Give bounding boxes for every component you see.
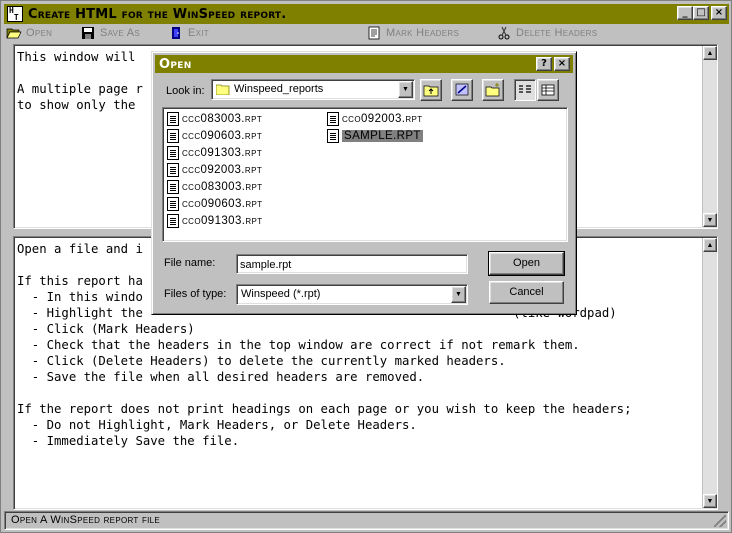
save-as-button[interactable]: Save As bbox=[80, 26, 140, 40]
report-file-icon bbox=[327, 129, 339, 143]
details-view-icon bbox=[541, 84, 555, 96]
look-in-combo[interactable]: Winspeed_reports ▼ bbox=[211, 79, 415, 100]
main-title-bar[interactable]: H T Create HTML for the WinSpeed report.… bbox=[4, 4, 729, 24]
maximize-button[interactable]: □ bbox=[693, 6, 709, 20]
file-list[interactable]: ccc083003.rpt ccc090603.rpt ccc091303.rpt c… bbox=[162, 107, 568, 242]
file-item[interactable]: cco090603.rpt bbox=[167, 196, 263, 212]
report-file-icon bbox=[167, 163, 179, 177]
exit-button[interactable]: Exit bbox=[168, 26, 209, 40]
scroll-up-icon[interactable]: ▲ bbox=[703, 238, 717, 252]
scroll-down-icon[interactable]: ▼ bbox=[703, 213, 717, 227]
main-window-title: Create HTML for the WinSpeed report. bbox=[28, 6, 287, 22]
exit-door-icon bbox=[172, 27, 180, 39]
dialog-title-bar[interactable]: Open ? × bbox=[155, 55, 573, 73]
folder-icon bbox=[216, 84, 230, 95]
cancel-button[interactable]: Cancel bbox=[489, 281, 564, 304]
file-item[interactable]: cco092003.rpt bbox=[327, 111, 423, 127]
report-file-icon bbox=[327, 112, 339, 126]
open-dialog: Open ? × Look in: Winspeed_reports ▼ ccc… bbox=[151, 51, 577, 315]
file-name: ccc091303.rpt bbox=[182, 147, 263, 159]
delete-headers-button[interactable]: Delete Headers bbox=[496, 26, 597, 40]
file-name: cco083003.rpt bbox=[182, 181, 263, 193]
list-view-button[interactable] bbox=[514, 79, 536, 101]
open-folder-icon bbox=[6, 28, 22, 39]
file-name-input[interactable] bbox=[239, 257, 465, 272]
file-item[interactable]: ccc090603.rpt bbox=[167, 128, 262, 144]
close-button[interactable]: × bbox=[711, 6, 727, 20]
minimize-button[interactable]: _ bbox=[677, 6, 693, 20]
up-one-level-button[interactable] bbox=[420, 79, 442, 101]
file-name: cco091303.rpt bbox=[182, 215, 263, 227]
details-view-button[interactable] bbox=[537, 79, 559, 101]
list-view-icon bbox=[519, 85, 531, 93]
up-folder-icon bbox=[423, 85, 439, 97]
open-label: Open bbox=[26, 27, 53, 39]
mark-headers-label: Mark Headers bbox=[386, 27, 460, 39]
file-item[interactable]: cco091303.rpt bbox=[167, 213, 263, 229]
document-mark-icon bbox=[368, 26, 380, 40]
open-dialog-button[interactable]: Open bbox=[488, 251, 565, 276]
desktop-button[interactable] bbox=[451, 79, 473, 101]
file-name: cco090603.rpt bbox=[182, 198, 263, 210]
report-file-icon bbox=[167, 129, 179, 143]
help-button[interactable]: ? bbox=[536, 57, 552, 71]
status-text: Open A WinSpeed report file bbox=[11, 514, 161, 526]
files-of-type-value: Winspeed (*.rpt) bbox=[241, 288, 321, 300]
floppy-disk-icon bbox=[82, 27, 94, 39]
file-name: SAMPLE.RPT bbox=[342, 130, 423, 142]
report-file-icon bbox=[167, 214, 179, 228]
open-button[interactable]: Open bbox=[6, 26, 52, 40]
resize-grip-icon[interactable] bbox=[714, 515, 726, 527]
scroll-up-icon[interactable]: ▲ bbox=[703, 46, 717, 60]
report-file-icon bbox=[167, 112, 179, 126]
file-name: ccc083003.rpt bbox=[182, 113, 263, 125]
file-item[interactable]: ccc091303.rpt bbox=[167, 145, 262, 161]
file-name: cco092003.rpt bbox=[342, 113, 423, 125]
status-bar: Open A WinSpeed report file bbox=[4, 511, 729, 530]
new-folder-button[interactable] bbox=[482, 79, 504, 101]
scissors-icon bbox=[498, 26, 510, 40]
dialog-close-button[interactable]: × bbox=[554, 57, 570, 71]
report-file-icon bbox=[167, 146, 179, 160]
exit-label: Exit bbox=[188, 27, 209, 39]
report-file-icon bbox=[167, 197, 179, 211]
chevron-down-icon[interactable]: ▼ bbox=[451, 286, 466, 303]
file-item[interactable]: ccc083003.rpt bbox=[167, 111, 262, 127]
top-pane-scrollbar[interactable]: ▲ ▼ bbox=[702, 46, 717, 227]
file-name: ccc090603.rpt bbox=[182, 130, 263, 142]
bottom-pane-scrollbar[interactable]: ▲ ▼ bbox=[702, 238, 717, 508]
file-item[interactable]: ccc092003.rpt bbox=[167, 162, 262, 178]
report-file-icon bbox=[167, 180, 179, 194]
look-in-value: Winspeed_reports bbox=[234, 83, 324, 95]
desktop-icon bbox=[455, 83, 469, 96]
mark-headers-button[interactable]: Mark Headers bbox=[366, 26, 459, 40]
save-as-label: Save As bbox=[100, 27, 140, 39]
file-name-field[interactable] bbox=[236, 254, 468, 274]
file-name: ccc092003.rpt bbox=[182, 164, 263, 176]
file-item[interactable]: cco083003.rpt bbox=[167, 179, 263, 195]
look-in-label: Look in: bbox=[166, 85, 205, 97]
files-of-type-label: Files of type: bbox=[164, 288, 227, 300]
chevron-down-icon[interactable]: ▼ bbox=[398, 81, 413, 98]
file-item[interactable]: SAMPLE.RPT bbox=[327, 128, 423, 144]
scroll-down-icon[interactable]: ▼ bbox=[703, 494, 717, 508]
delete-headers-label: Delete Headers bbox=[516, 27, 598, 39]
app-icon: H T bbox=[7, 6, 23, 22]
new-folder-icon bbox=[485, 83, 500, 97]
toolbar: Open Save As Exit Mark Headers Delete He… bbox=[4, 25, 729, 43]
dialog-title: Open bbox=[159, 56, 192, 72]
file-name-label: File name: bbox=[164, 257, 216, 269]
files-of-type-combo[interactable]: Winspeed (*.rpt) ▼ bbox=[236, 284, 468, 305]
